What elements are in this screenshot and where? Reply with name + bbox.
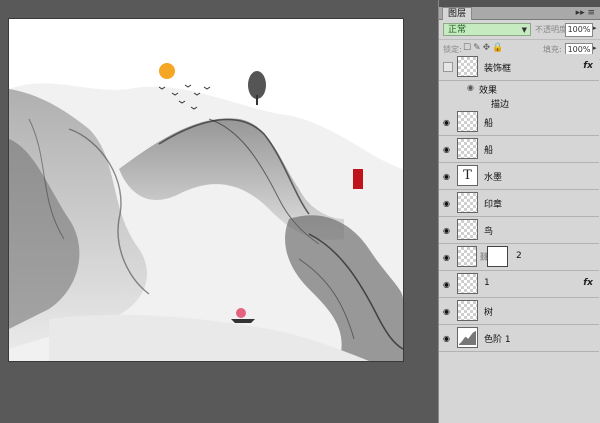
layer-name[interactable]: 树 — [484, 305, 493, 318]
fx-icon[interactable]: fx — [583, 61, 593, 71]
lock-transparent-icon[interactable]: ☐ — [463, 43, 473, 53]
fill-slider-arrow-icon[interactable]: ▸ — [593, 44, 597, 52]
eye-icon[interactable]: ◉ — [443, 226, 450, 235]
layer-thumbnail — [457, 273, 478, 294]
layer-thumbnail — [457, 246, 477, 267]
layer-name[interactable]: 船 — [484, 143, 493, 156]
effects-eye-icon[interactable]: ◉ — [467, 83, 474, 92]
effects-row[interactable]: ◉ 效果 — [439, 81, 599, 96]
chevron-down-icon: ▼ — [521, 26, 527, 34]
layer-thumbnail — [457, 192, 478, 213]
layer-thumbnail — [457, 138, 478, 159]
layer-mask-thumbnail[interactable] — [487, 246, 508, 267]
opacity-input[interactable]: 100% — [565, 23, 593, 37]
layer-thumbnail — [457, 219, 478, 240]
panel-title-bar[interactable] — [439, 0, 600, 7]
layer-row-seal[interactable]: ◉ 印章 — [439, 190, 599, 217]
layer-row-bird[interactable]: ◉ 鸟 — [439, 217, 599, 244]
layer-name[interactable]: 色阶 1 — [484, 332, 511, 345]
lock-all-icon[interactable]: 🔒 — [492, 43, 505, 53]
layer-row-levels[interactable]: ◉ 色阶 1 — [439, 325, 599, 352]
lock-move-icon[interactable]: ✥ — [483, 43, 493, 53]
layer-name[interactable]: 装饰框 — [484, 61, 511, 74]
eye-icon[interactable]: ◉ — [443, 307, 450, 316]
layer-thumbnail — [457, 111, 478, 132]
layer-row-boat-2[interactable]: ◉ 船 — [439, 136, 599, 163]
layer-name[interactable]: 1 — [484, 278, 490, 288]
text-layer-icon: T — [457, 165, 478, 186]
lock-paint-icon[interactable]: ✎ — [473, 43, 483, 53]
lock-options[interactable]: ☐✎✥🔒 — [463, 43, 505, 53]
layer-thumbnail — [457, 56, 478, 77]
layer-name[interactable]: 2 — [516, 251, 522, 261]
layer-row-frame[interactable]: 装饰框 fx — [439, 54, 599, 81]
layers-panel: 图层 ▸▸ ≡ 正常 ▼ 不透明度: 100% ▸ 锁定: ☐✎✥🔒 填充: 1… — [438, 0, 600, 423]
eye-icon[interactable]: ◉ — [443, 118, 450, 127]
layer-row-ink-text[interactable]: ◉ T 水墨 — [439, 163, 599, 190]
ink-landscape-artwork — [9, 63, 403, 361]
eye-icon[interactable]: ◉ — [443, 199, 450, 208]
layer-row-boat-1[interactable]: ◉ 船 — [439, 109, 599, 136]
layer-row-1[interactable]: ◉ 1 fx — [439, 271, 599, 298]
panel-menu-icon[interactable]: ▸▸ ≡ — [576, 8, 595, 18]
panel-tab-bar: 图层 ▸▸ ≡ — [439, 7, 600, 20]
levels-adjustment-icon — [457, 327, 478, 348]
visibility-toggle-off[interactable] — [443, 62, 453, 72]
eye-icon[interactable]: ◉ — [443, 280, 450, 289]
layers-list: 装饰框 fx ◉ 效果 描边 ◉ 船 ◉ 船 ◉ T 水墨 ◉ 印章 ◉ 鸟 ◉… — [439, 54, 599, 352]
eye-icon[interactable]: ◉ — [443, 253, 450, 262]
tab-layers[interactable]: 图层 — [442, 7, 473, 20]
eye-icon[interactable]: ◉ — [443, 172, 450, 181]
stroke-effect-row[interactable]: 描边 — [439, 95, 599, 110]
fx-icon[interactable]: fx — [583, 278, 593, 288]
layer-name[interactable]: 鸟 — [484, 224, 493, 237]
eye-icon[interactable]: ◉ — [443, 334, 450, 343]
layer-row-tree[interactable]: ◉ 树 — [439, 298, 599, 325]
layer-thumbnail — [457, 300, 478, 321]
blend-mode-value: 正常 — [448, 25, 467, 35]
blend-mode-select[interactable]: 正常 ▼ — [443, 23, 531, 36]
layer-name[interactable]: 印章 — [484, 197, 502, 210]
document-workspace — [0, 0, 438, 423]
blend-opacity-row: 正常 ▼ 不透明度: 100% ▸ — [439, 20, 600, 40]
document-canvas[interactable] — [8, 18, 404, 362]
layer-row-2[interactable]: ◉ ⛓ 2 — [439, 244, 599, 271]
layer-name[interactable]: 船 — [484, 116, 493, 129]
layer-name[interactable]: 水墨 — [484, 170, 502, 183]
opacity-slider-arrow-icon[interactable]: ▸ — [593, 24, 597, 32]
eye-icon[interactable]: ◉ — [443, 145, 450, 154]
